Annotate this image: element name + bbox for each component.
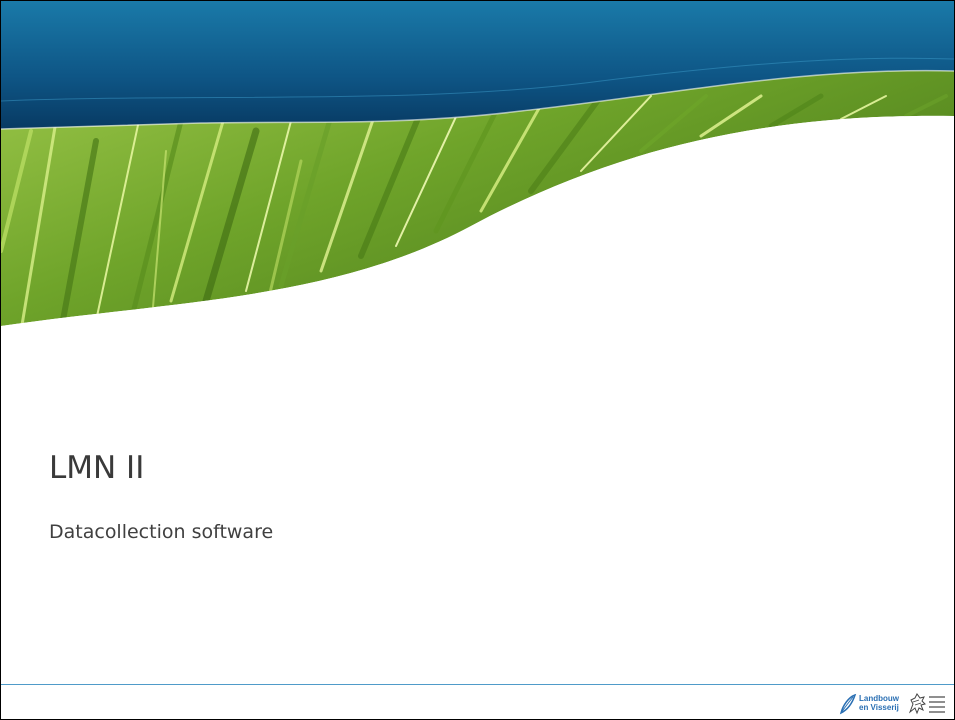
slide-subtitle: Datacollection software <box>49 521 274 543</box>
logo-line-1: Landbouw <box>859 694 899 703</box>
flemish-lion-icon <box>908 693 945 715</box>
title-slide: LMN II Datacollection software Landbouw … <box>0 0 955 720</box>
logo-line-2: en Visserij <box>859 703 899 712</box>
landbouw-visserij-logo: Landbouw en Visserij <box>839 691 951 717</box>
footer-divider <box>1 684 954 685</box>
leaf-icon <box>839 693 857 715</box>
logo-text: Landbouw en Visserij <box>859 694 899 712</box>
header-banner-graphic <box>1 1 954 341</box>
slide-title: LMN II <box>49 450 145 486</box>
